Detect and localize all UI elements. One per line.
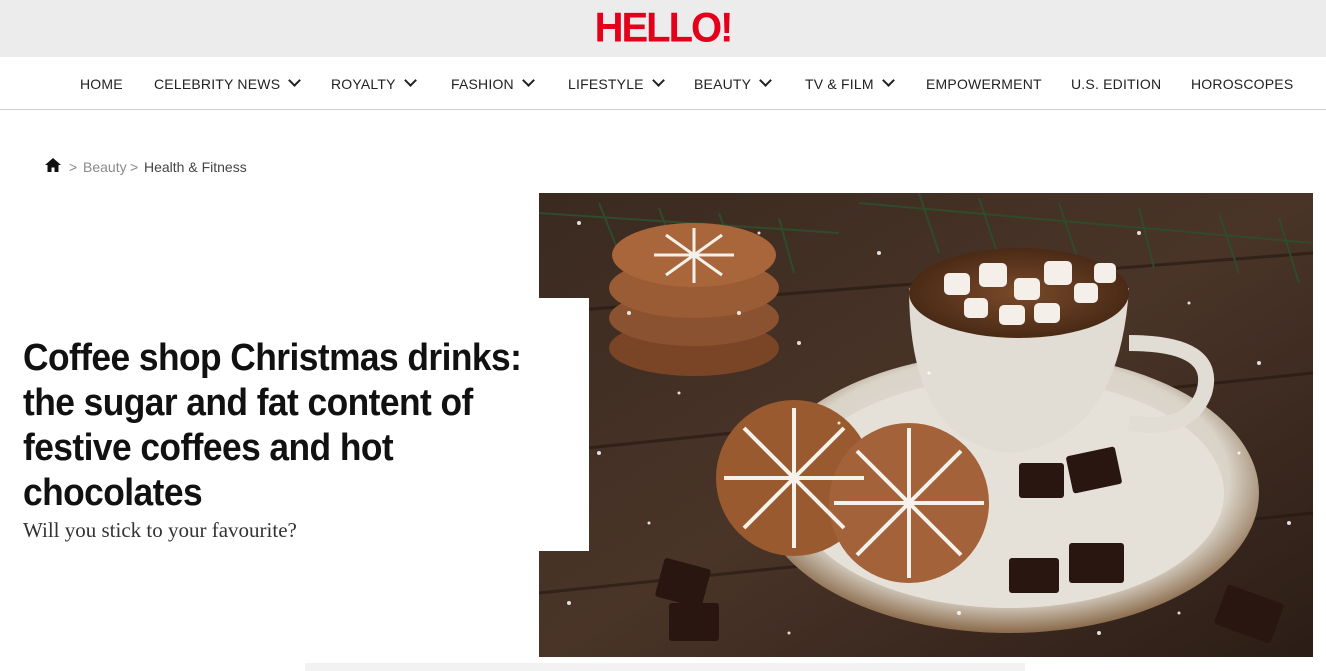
nav-item-celebrity-news[interactable]: CELEBRITY NEWS — [154, 57, 302, 109]
nav-label: ROYALTY — [331, 76, 396, 92]
nav-item-horoscopes[interactable]: HOROSCOPES — [1191, 57, 1293, 109]
nav-item-fashion[interactable]: FASHION — [451, 57, 535, 109]
chevron-down-icon — [651, 74, 665, 87]
breadcrumb-separator: > — [69, 159, 78, 175]
chevron-down-icon — [759, 74, 773, 87]
nav-item-tv-film[interactable]: TV & FILM — [805, 57, 895, 109]
nav-label: U.S. EDITION — [1071, 76, 1162, 92]
chevron-down-icon — [288, 74, 302, 87]
main-nav: HOME CELEBRITY NEWS ROYALTY FASHION LIFE… — [0, 57, 1326, 110]
hero-image — [539, 193, 1313, 657]
breadcrumb-separator: > — [130, 159, 139, 175]
brand-bar: HELLO! — [0, 0, 1326, 57]
nav-item-empowerment[interactable]: EMPOWERMENT — [926, 57, 1042, 109]
chevron-down-icon — [521, 74, 535, 87]
article-headline: Coffee shop Christmas drinks: the sugar … — [23, 337, 522, 514]
nav-label: TV & FILM — [805, 76, 874, 92]
nav-item-royalty[interactable]: ROYALTY — [331, 57, 417, 109]
nav-item-beauty[interactable]: BEAUTY — [694, 57, 773, 109]
nav-label: HOROSCOPES — [1191, 76, 1294, 92]
breadcrumb-link-beauty[interactable]: Beauty — [83, 159, 127, 175]
article-subtitle: Will you stick to your favourite? — [23, 518, 297, 542]
nav-item-home[interactable]: HOME — [80, 57, 123, 109]
home-icon[interactable] — [44, 157, 62, 173]
nav-label: LIFESTYLE — [568, 76, 644, 92]
nav-item-us-edition[interactable]: U.S. EDITION — [1071, 57, 1161, 109]
hello-logo[interactable]: HELLO! — [0, 5, 1326, 52]
nav-item-lifestyle[interactable]: LIFESTYLE — [568, 57, 665, 109]
nav-label: BEAUTY — [694, 76, 752, 92]
breadcrumb-current: Health & Fitness — [144, 159, 247, 175]
nav-label: CELEBRITY NEWS — [154, 76, 281, 92]
nav-label: HOME — [80, 76, 123, 92]
chevron-down-icon — [881, 74, 895, 87]
nav-label: EMPOWERMENT — [926, 76, 1042, 92]
content-strip — [305, 663, 1025, 671]
chevron-down-icon — [403, 74, 417, 87]
nav-label: FASHION — [451, 76, 514, 92]
